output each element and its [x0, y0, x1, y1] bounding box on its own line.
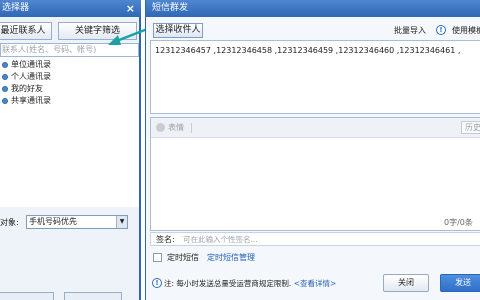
scheduled-sms-checkbox[interactable] — [153, 253, 162, 262]
select-recipients-button[interactable]: 选择收件人 — [153, 23, 203, 38]
sms-title-bar: 短信群发 — [146, 0, 480, 17]
tree-item-unit-contacts[interactable]: 单位通讯录 — [0, 59, 139, 71]
contact-group-icon — [2, 62, 8, 68]
view-details-link[interactable]: <查看详情> — [294, 279, 337, 288]
smiley-icon[interactable] — [156, 123, 165, 132]
message-editor[interactable]: 表情 历史 0字/0条 — [150, 117, 480, 231]
contact-group-icon — [2, 74, 8, 80]
tree-item-label: 我的好友 — [11, 84, 43, 93]
left-bottom-button[interactable] — [0, 292, 54, 300]
emoji-button-label[interactable]: 表情 — [168, 122, 184, 133]
target-select[interactable]: 手机号码优先 ▼ — [26, 215, 128, 229]
selector-title: 选择器 — [2, 3, 30, 13]
use-template-link[interactable]: 使用模板 — [452, 25, 480, 36]
close-button[interactable]: 关闭 — [383, 274, 429, 292]
tree-item-label: 个人通讯录 — [11, 72, 51, 81]
left-bottom-button-secondary[interactable] — [64, 292, 122, 300]
contact-group-icon — [2, 98, 8, 104]
target-label: 对象: — [0, 218, 19, 227]
tree-item-label: 共享通讯录 — [11, 96, 51, 105]
info-circle-icon[interactable]: ! — [436, 25, 446, 35]
tree-item-my-friends[interactable]: 我的好友 — [0, 83, 139, 95]
char-count: 0字/0条 — [444, 218, 473, 227]
tree-item-shared-contacts[interactable]: 共享通讯录 — [0, 95, 139, 107]
scheduled-sms-label: 定时短信 — [167, 253, 199, 262]
signature-row: 签名: 可在此输入个性签名... — [150, 232, 480, 246]
send-button[interactable]: 发送 — [440, 274, 480, 292]
bulk-import-link[interactable]: 批量导入 — [394, 25, 426, 36]
target-select-value: 手机号码优先 — [29, 217, 77, 226]
history-button[interactable]: 历史 — [461, 121, 480, 134]
recipients-list: 12312346457 ,12312346458 ,12312346459 ,1… — [155, 46, 461, 55]
tab-recent-contacts[interactable]: 最近联系人 — [0, 22, 52, 40]
message-toolbar: 表情 历史 — [151, 118, 480, 138]
close-icon[interactable]: × — [126, 1, 135, 16]
sms-title: 短信群发 — [152, 3, 189, 13]
tree-item-label: 单位通讯录 — [11, 60, 51, 69]
notice-text: 注: 每小时发送总量受运营商规定限制. — [164, 279, 292, 288]
toolbar-divider — [191, 123, 192, 133]
info-circle-icon: ! — [152, 278, 162, 288]
contact-group-icon — [2, 86, 8, 92]
selector-title-bar: 选择器 × — [0, 0, 141, 17]
scheduled-sms-manage-link[interactable]: 定时短信管理 — [207, 252, 255, 263]
tree-item-personal-contacts[interactable]: 个人通讯录 — [0, 71, 139, 83]
address-book-tree: 单位通讯录 个人通讯录 我的好友 共享通讯录 — [0, 57, 139, 207]
sms-broadcast-panel: 短信群发 选择收件人 批量导入 ! 使用模板 12312346457 ,1231… — [145, 0, 480, 300]
chevron-down-icon[interactable]: ▼ — [116, 216, 127, 228]
signature-input[interactable]: 可在此输入个性签名... — [183, 234, 258, 245]
recipients-field[interactable]: 12312346457 ,12312346458 ,12312346459 ,1… — [150, 40, 480, 114]
notice: 注: 每小时发送总量受运营商规定限制. <查看详情> — [164, 278, 336, 289]
signature-label: 签名: — [156, 235, 175, 244]
